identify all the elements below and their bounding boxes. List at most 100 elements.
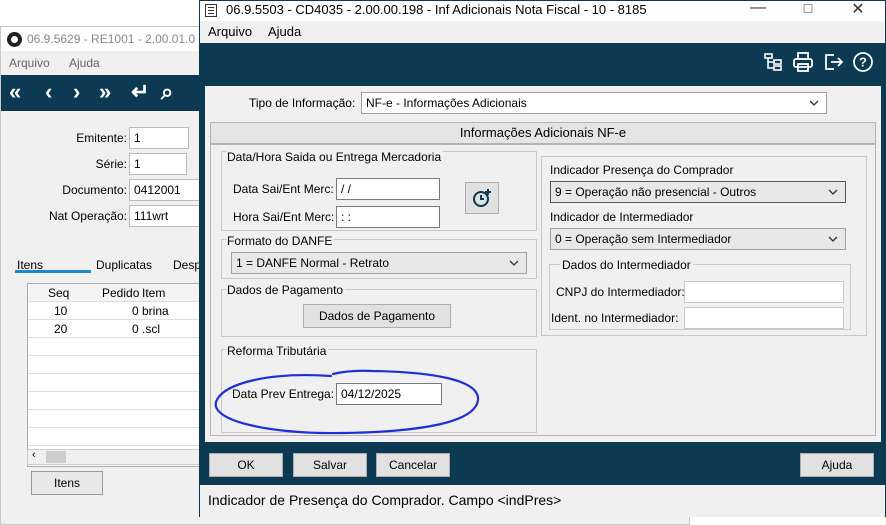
formato-danfe-value: 1 = DANFE Normal - Retrato (236, 256, 390, 270)
menu-ajuda[interactable]: Ajuda (268, 24, 301, 39)
menu-arquivo[interactable]: Arquivo (208, 24, 252, 39)
active-tab-indicator (15, 270, 91, 273)
presenca-select[interactable]: 9 = Operação não presencial - Outros (550, 181, 846, 203)
chevron-down-icon (509, 260, 519, 266)
reforma-group-title: Reforma Tributária (227, 344, 329, 358)
data-sai-label: Data Sai/Ent Merc: (233, 182, 334, 196)
table-row-empty (28, 410, 206, 428)
ident-intermediador-input[interactable] (684, 307, 844, 329)
tab-duplicatas[interactable]: Duplicatas (96, 258, 152, 272)
horizontal-scrollbar[interactable]: ‹ (27, 449, 207, 465)
help-icon[interactable]: ? (852, 51, 874, 73)
intermediador-select[interactable]: 0 = Operação sem Intermediador (550, 228, 846, 250)
emitente-field[interactable]: 1 (129, 127, 189, 149)
cell-item: brina (142, 304, 169, 318)
chevron-down-icon (828, 189, 838, 195)
right-icon[interactable]: › (73, 79, 80, 105)
bg-menu-ajuda[interactable]: Ajuda (69, 56, 100, 70)
cell-pedido: 0 (132, 322, 139, 336)
cell-seq: 10 (54, 304, 68, 318)
chevron-down-icon (828, 236, 838, 242)
table-row-empty (28, 428, 206, 446)
table-row-empty (28, 392, 206, 410)
bg-window-title: 06.9.5629 - RE1001 - 2.00.01.0 (27, 32, 196, 46)
nf-additional-info-dialog: 06.9.5503 - CD4035 - 2.00.00.198 - Inf A… (199, 0, 886, 517)
hierarchy-icon[interactable] (762, 51, 784, 73)
double-left-icon[interactable]: « (9, 79, 21, 105)
ok-button[interactable]: OK (209, 453, 283, 477)
grid-header: Seq Pedido Item (28, 284, 206, 302)
col-pedido[interactable]: Pedido (102, 286, 139, 300)
minimize-icon[interactable]: — (748, 0, 768, 17)
cell-item: .scl (142, 322, 160, 336)
status-bar: Indicador de Presença do Comprador. Camp… (200, 485, 885, 517)
table-row[interactable]: 10 0 brina (28, 302, 206, 320)
left-icon[interactable]: ‹ (45, 79, 52, 105)
app-logo-icon (7, 32, 22, 47)
window-icon (205, 4, 217, 17)
items-grid: Seq Pedido Item 10 0 brina 20 0 .scl (27, 283, 207, 467)
emitente-label: Emitente: (76, 131, 127, 145)
table-row[interactable]: 20 0 .scl (28, 320, 206, 338)
serie-field[interactable]: 1 (129, 153, 187, 175)
pagamento-group-title: Dados de Pagamento (227, 283, 346, 297)
tipo-informacao-label: Tipo de Informação: (249, 96, 356, 110)
exit-icon[interactable] (822, 51, 844, 73)
dialog-toolbar: ? (202, 45, 884, 81)
svg-text:?: ? (859, 55, 867, 70)
cnpj-intermediador-label: CNPJ do Intermediador: (556, 285, 685, 299)
cnpj-intermediador-input[interactable] (684, 281, 844, 303)
current-time-button[interactable] (465, 182, 499, 214)
dados-intermediador-title: Dados do Intermediador (560, 258, 693, 272)
scroll-thumb[interactable] (46, 451, 66, 463)
hora-sai-label: Hora Sai/Ent Merc: (233, 210, 335, 224)
return-icon[interactable]: ↵ (131, 79, 149, 105)
documento-field[interactable]: 0412001 (129, 179, 201, 201)
serie-label: Série: (95, 157, 127, 171)
search-icon[interactable]: ⌕ (161, 79, 173, 105)
presenca-label: Indicador Presença do Comprador (550, 163, 734, 177)
salvar-button[interactable]: Salvar (293, 453, 367, 477)
table-row-empty (28, 374, 206, 392)
dialog-title-bar: 06.9.5503 - CD4035 - 2.00.00.198 - Inf A… (200, 0, 885, 21)
hora-sai-input[interactable]: : : (336, 206, 440, 228)
formato-danfe-select[interactable]: 1 = DANFE Normal - Retrato (231, 252, 527, 274)
presenca-value: 9 = Operação não presencial - Outros (555, 185, 757, 199)
bg-menu-arquivo[interactable]: Arquivo (9, 56, 50, 70)
intermediador-value: 0 = Operação sem Intermediador (555, 232, 732, 246)
dados-pagamento-button[interactable]: Dados de Pagamento (303, 304, 451, 328)
tab-desp[interactable]: Desp (173, 258, 201, 272)
status-text: Indicador de Presença do Comprador. Camp… (208, 492, 562, 508)
cancelar-button[interactable]: Cancelar (376, 453, 450, 477)
nat-operacao-label: Nat Operação: (48, 209, 127, 223)
table-row-empty (28, 338, 206, 356)
ident-intermediador-label: Ident. no Intermediador: (551, 311, 679, 325)
itens-button[interactable]: Itens (31, 471, 103, 495)
annotation-circle (214, 369, 480, 435)
tipo-informacao-select[interactable]: NF-e - Informações Adicionais (361, 92, 827, 114)
scroll-left-icon[interactable]: ‹ (32, 449, 36, 461)
dialog-button-bar: OK Salvar Cancelar Ajuda (202, 447, 884, 485)
bg-tabs: Itens Duplicatas Desp (9, 255, 209, 277)
formato-group-title: Formato do DANFE (227, 234, 335, 248)
nat-operacao-field[interactable]: 111wrt (129, 205, 201, 227)
chevron-down-icon (809, 100, 819, 106)
table-row-empty (28, 356, 206, 374)
documento-label: Documento: (62, 183, 127, 197)
cell-seq: 20 (54, 322, 68, 336)
double-right-icon[interactable]: » (99, 79, 111, 105)
data-sai-input[interactable]: / / (336, 178, 440, 200)
col-item[interactable]: Item (142, 286, 165, 300)
dialog-menu-bar: Arquivo Ajuda (200, 21, 885, 43)
close-icon[interactable]: ✕ (848, 0, 868, 19)
col-seq[interactable]: Seq (48, 286, 69, 300)
tipo-informacao-value: NF-e - Informações Adicionais (366, 96, 527, 110)
clock-plus-icon (473, 189, 491, 207)
print-icon[interactable] (792, 51, 814, 73)
cell-pedido: 0 (132, 304, 139, 318)
maximize-icon[interactable]: □ (798, 0, 818, 16)
ajuda-button[interactable]: Ajuda (800, 453, 874, 477)
datahora-group-title: Data/Hora Saida ou Entrega Mercadoria (227, 150, 444, 164)
panel-title: Informações Adicionais NF-e (210, 122, 876, 144)
intermediador-label: Indicador de Intermediador (550, 210, 694, 224)
